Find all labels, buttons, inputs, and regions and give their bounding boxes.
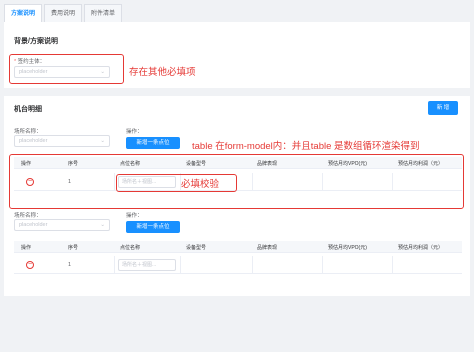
annotation-other-required: 存在其他必填项 [129, 67, 196, 78]
tab-plan[interactable]: 方案说明 [4, 4, 43, 22]
col-profit: 预估月均利润（元） [398, 245, 444, 251]
table-header: 操作 序号 点位名称 设备型号 品牌表现 预估月均VPO(元) 预估月均利润（元… [14, 241, 462, 253]
place-name-placeholder: placeholder [19, 222, 48, 228]
column-divider [392, 256, 393, 273]
annotation-table-in-form: table 在form-model内：并且table 是数组循环渲染得到 [192, 141, 420, 152]
column-divider [322, 256, 323, 273]
add-point-button[interactable]: 新增一条点位 [126, 221, 180, 233]
col-point-name: 点位名称 [120, 245, 141, 251]
tab-attachments[interactable]: 附件清单 [84, 4, 123, 22]
place-name-label: 场所名称： [14, 213, 42, 219]
place-name-select[interactable]: placeholder ⌄ [14, 135, 110, 147]
place-name-placeholder: placeholder [19, 138, 48, 144]
annotation-box-table [9, 154, 464, 209]
table-row: − 1 场所名＋视图... [14, 256, 462, 274]
section-title-background: 背景/方案说明 [14, 38, 58, 45]
operation-label: 操作： [126, 213, 143, 219]
section-title-machine: 机台明细 [14, 106, 42, 113]
place-name-label: 场所名称： [14, 129, 42, 135]
tab-bar: 方案说明 费用说明 附件清单 [4, 4, 124, 22]
col-vpo: 预估月均VPO(元) [328, 245, 367, 251]
col-index: 序号 [68, 245, 79, 251]
place-name-select[interactable]: placeholder ⌄ [14, 219, 110, 231]
chevron-down-icon: ⌄ [100, 222, 105, 228]
remove-row-icon[interactable]: − [26, 261, 34, 269]
tab-cost[interactable]: 费用说明 [44, 4, 83, 22]
operation-label: 操作： [126, 129, 143, 135]
col-device-model: 设备型号 [186, 245, 207, 251]
point-name-input[interactable]: 场所名＋视图... [118, 259, 176, 271]
annotation-box-signing [9, 54, 124, 84]
column-divider [180, 256, 181, 273]
column-divider [252, 256, 253, 273]
row-index: 1 [68, 262, 72, 268]
column-divider [114, 256, 115, 273]
col-operation: 操作 [21, 245, 32, 251]
add-machine-button[interactable]: 新 增 [428, 101, 458, 115]
add-point-button[interactable]: 新增一条点位 [126, 137, 180, 149]
chevron-down-icon: ⌄ [100, 138, 105, 144]
col-brand: 品牌表现 [257, 245, 278, 251]
